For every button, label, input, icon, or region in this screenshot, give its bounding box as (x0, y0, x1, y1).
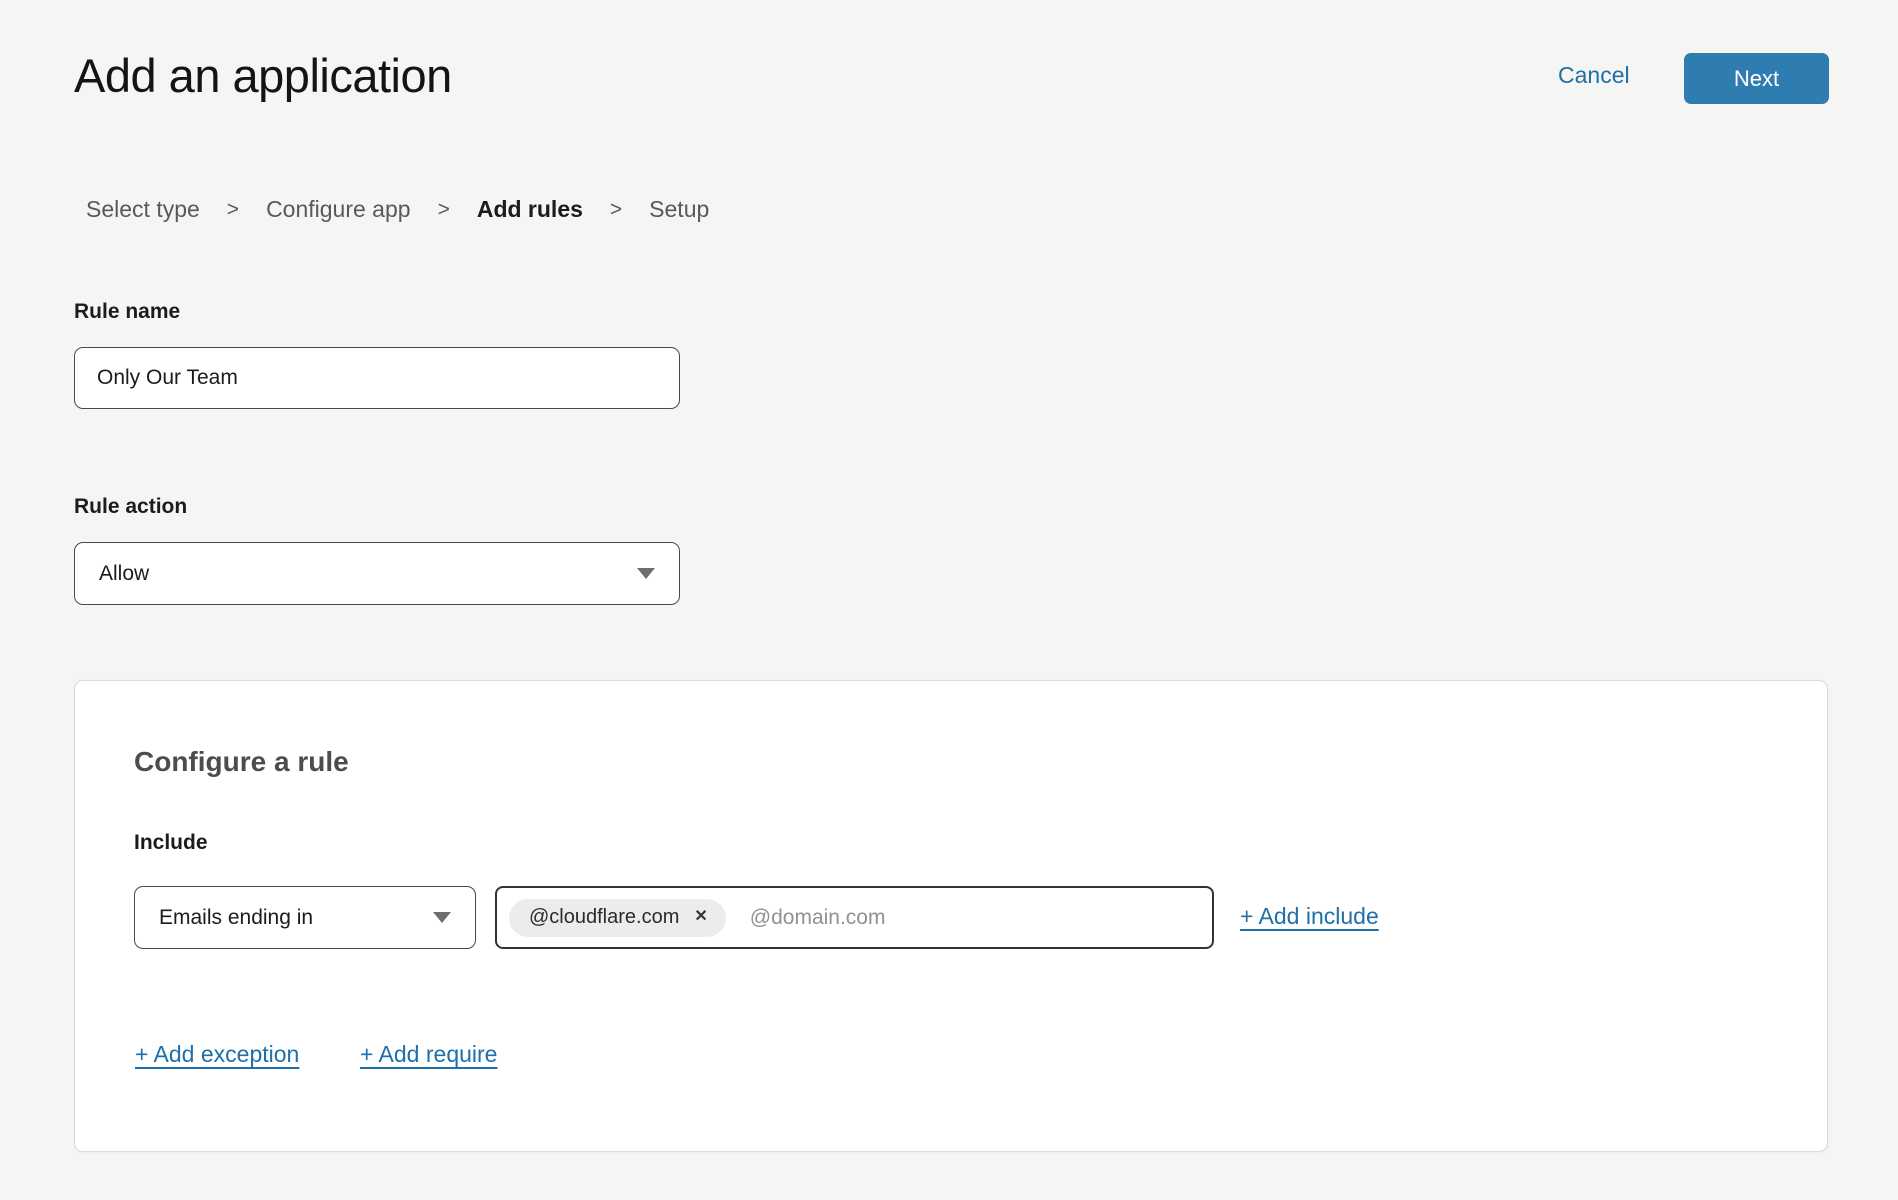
breadcrumb: Select type > Configure app > Add rules … (86, 196, 709, 223)
chevron-down-icon (637, 568, 655, 579)
domain-entry-input[interactable] (750, 906, 1200, 930)
include-selector-value: Emails ending in (159, 906, 313, 930)
add-include-link[interactable]: + Add include (1240, 903, 1379, 930)
breadcrumb-step-setup[interactable]: Setup (649, 196, 709, 223)
include-value-tag-input[interactable]: @cloudflare.com ✕ (495, 886, 1214, 949)
chevron-down-icon (433, 912, 451, 923)
remove-chip-icon[interactable]: ✕ (694, 909, 707, 925)
rule-action-selected-value: Allow (99, 562, 149, 586)
rule-name-input[interactable] (74, 347, 680, 409)
breadcrumb-separator: > (438, 198, 450, 222)
configure-rule-card: Configure a rule Include Emails ending i… (74, 680, 1828, 1152)
next-button[interactable]: Next (1684, 53, 1829, 104)
page-title: Add an application (74, 48, 452, 103)
configure-rule-title: Configure a rule (134, 746, 349, 778)
include-selector-select[interactable]: Emails ending in (134, 886, 476, 949)
rule-action-select[interactable]: Allow (74, 542, 680, 605)
breadcrumb-separator: > (227, 198, 239, 222)
include-label: Include (134, 831, 208, 855)
add-application-page: Add an application Cancel Next Select ty… (0, 0, 1898, 1200)
add-require-link[interactable]: + Add require (360, 1041, 497, 1068)
email-domain-chip: @cloudflare.com ✕ (509, 899, 726, 937)
breadcrumb-step-add-rules: Add rules (477, 196, 583, 223)
email-domain-chip-label: @cloudflare.com (529, 906, 679, 929)
cancel-button[interactable]: Cancel (1558, 62, 1630, 89)
rule-action-label: Rule action (74, 495, 187, 519)
breadcrumb-separator: > (610, 198, 622, 222)
rule-name-label: Rule name (74, 300, 180, 324)
breadcrumb-step-configure-app[interactable]: Configure app (266, 196, 411, 223)
add-exception-link[interactable]: + Add exception (135, 1041, 299, 1068)
breadcrumb-step-select-type[interactable]: Select type (86, 196, 200, 223)
